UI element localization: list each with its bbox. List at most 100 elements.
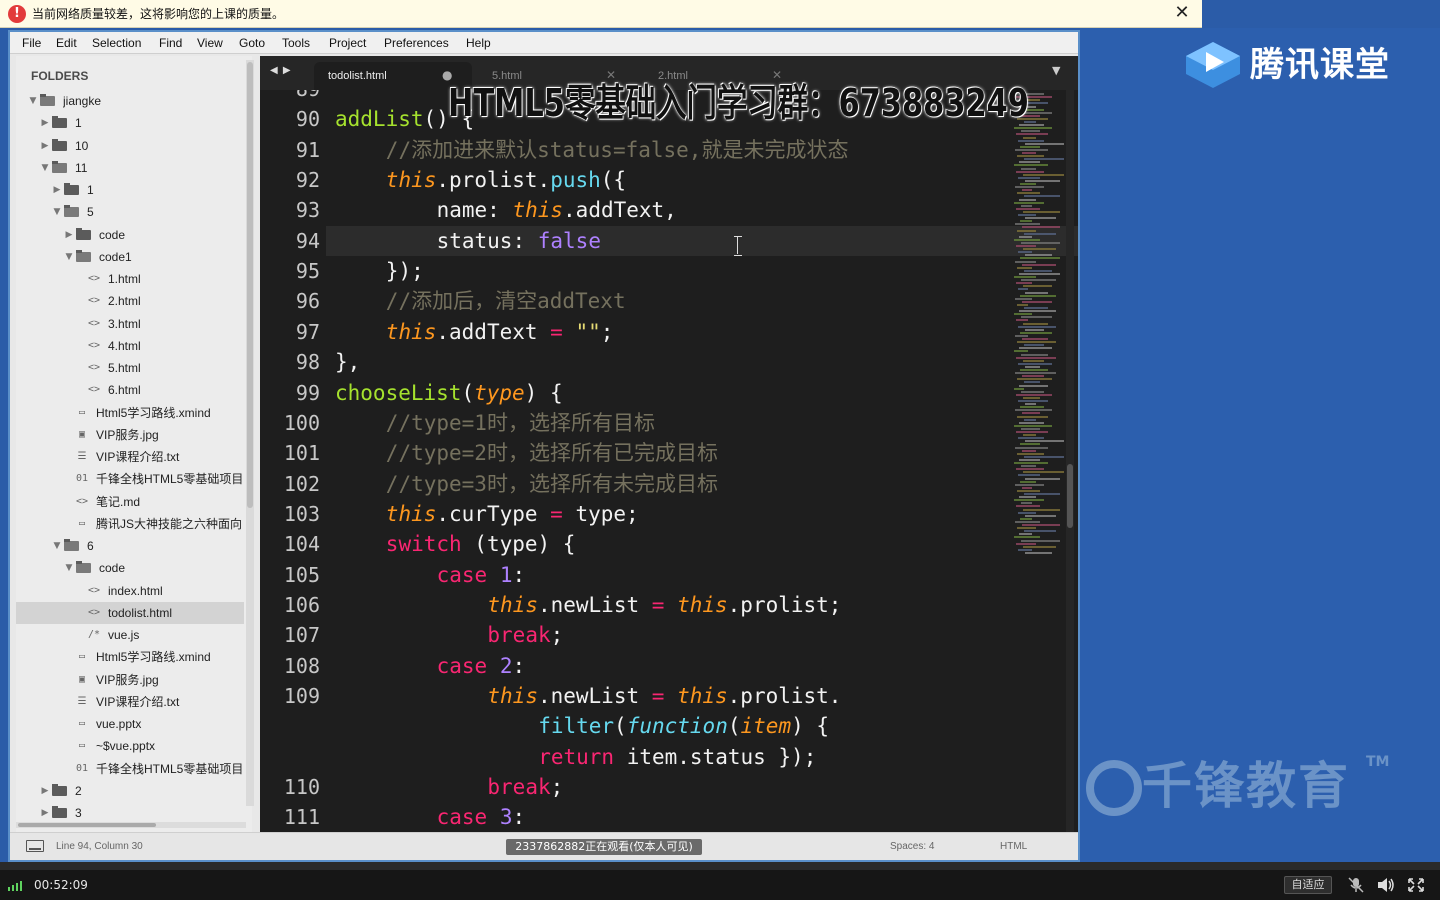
html-file-icon: <> <box>87 362 101 373</box>
code-token: function <box>626 714 728 739</box>
expand-down-icon[interactable]: ▼ <box>40 162 50 174</box>
text-cursor-icon <box>734 236 742 256</box>
tab-dropdown-icon[interactable]: ▼ <box>1052 64 1060 78</box>
menu-tools[interactable]: Tools <box>282 35 310 51</box>
folder-row[interactable]: ▼ 6 <box>16 535 244 557</box>
file-row[interactable]: ▣ VIP服务.jpg <box>16 424 244 446</box>
minimap-line <box>1017 229 1036 232</box>
code-token: this <box>385 501 437 526</box>
file-row[interactable]: <> 1.html <box>16 268 244 290</box>
sidebar-scroll-thumb[interactable] <box>247 62 253 508</box>
expand-right-icon[interactable]: ▶ <box>52 184 62 196</box>
indentation-setting[interactable]: Spaces: 4 <box>890 840 934 854</box>
file-row[interactable]: /* vue.js <box>16 624 244 646</box>
expand-down-icon[interactable]: ▼ <box>64 562 74 574</box>
editor-scrollbar[interactable] <box>1066 90 1074 832</box>
menu-project[interactable]: Project <box>329 35 366 51</box>
menu-goto[interactable]: Goto <box>239 35 265 51</box>
minimap-line <box>1017 266 1032 269</box>
tree-item-label: code <box>99 561 126 576</box>
syntax-mode[interactable]: HTML <box>1000 840 1027 854</box>
file-row[interactable]: ▣ VIP服务.jpg <box>16 669 244 691</box>
file-row[interactable]: <> index.html <box>16 580 244 602</box>
expand-down-icon[interactable]: ▼ <box>28 95 38 107</box>
menu-edit[interactable]: Edit <box>56 35 77 51</box>
minimap-line <box>1020 257 1060 260</box>
file-row[interactable]: ☰ VIP课程介绍.txt <box>16 691 244 713</box>
minimap-line <box>1018 511 1036 514</box>
file-row[interactable]: <> 4.html <box>16 335 244 357</box>
file-row[interactable]: <> 6.html <box>16 379 244 401</box>
minimap-line <box>1023 173 1064 176</box>
folder-row[interactable]: ▶ 3 <box>16 802 244 824</box>
file-row[interactable]: <> 笔记.md <box>16 491 244 513</box>
expand-right-icon[interactable]: ▶ <box>40 807 50 819</box>
sidebar-horizontal-scrollbar[interactable] <box>16 822 246 828</box>
fullscreen-icon[interactable] <box>1406 876 1426 894</box>
file-row[interactable]: ▭ Html5学习路线.xmind <box>16 402 244 424</box>
expand-down-icon[interactable]: ▼ <box>52 206 62 218</box>
minimap-line <box>1024 307 1048 309</box>
file-row[interactable]: <> 5.html <box>16 357 244 379</box>
expand-right-icon[interactable]: ▶ <box>40 117 50 129</box>
tree-item-label: vue.pptx <box>96 717 142 731</box>
panel-toggle-icon[interactable] <box>26 840 44 852</box>
folder-row[interactable]: ▶ 10 <box>16 135 244 157</box>
file-row[interactable]: ▭ vue.pptx <box>16 713 244 735</box>
code-token: ( <box>461 380 475 405</box>
microphone-muted-icon[interactable] <box>1346 876 1366 894</box>
file-row[interactable]: ☰ VIP课程介绍.txt <box>16 446 244 468</box>
minimap-line <box>1014 387 1024 390</box>
qianfeng-logo-icon <box>1086 760 1142 816</box>
file-row[interactable]: <> todolist.html <box>16 601 244 624</box>
folder-row[interactable]: ▶ 1 <box>16 112 244 134</box>
file-row[interactable]: 01 千锋全栈HTML5零基础项目 <box>16 758 244 780</box>
folder-row[interactable]: ▶ 2 <box>16 780 244 802</box>
menu-view[interactable]: View <box>197 35 223 51</box>
folder-row[interactable]: ▼ code1 <box>16 246 244 268</box>
menu-help[interactable]: Help <box>466 35 491 51</box>
menu-find[interactable]: Find <box>159 35 182 51</box>
qq-group-watermark: HTML5零基础入门学习群：673883249 <box>448 81 1029 125</box>
code-token: .newList <box>537 592 652 617</box>
expand-down-icon[interactable]: ▼ <box>64 251 74 263</box>
file-row[interactable]: ▭ 腾讯JS大神技能之六种面向 <box>16 513 244 535</box>
volume-icon[interactable] <box>1376 876 1396 894</box>
line-number: 107 <box>283 623 320 648</box>
html-file-icon: <> <box>87 584 101 596</box>
file-row[interactable]: ▭ ~$vue.pptx <box>16 735 244 757</box>
folder-row[interactable]: ▼ 5 <box>16 201 244 223</box>
file-row[interactable]: ▭ Html5学习路线.xmind <box>16 646 244 668</box>
file-row[interactable]: <> 2.html <box>16 290 244 312</box>
expand-right-icon[interactable]: ▶ <box>64 229 74 241</box>
minimap-line <box>1016 356 1056 359</box>
code-editor[interactable]: 89 90 91 92 93 94 95 96 97 98 99 100 101 102 103 104 105… <box>260 90 1078 832</box>
code-token: ; <box>550 623 564 648</box>
auto-fit-button[interactable]: 自适应 <box>1284 876 1332 894</box>
sidebar-hscroll-thumb[interactable] <box>18 823 156 827</box>
folder-row[interactable]: ▼ 11 <box>16 157 244 179</box>
tab-nav-arrows-icon[interactable]: ◀ ▶ <box>270 64 292 78</box>
expand-down-icon[interactable]: ▼ <box>52 540 62 552</box>
folder-row[interactable]: ▼ jiangke <box>16 90 244 112</box>
menu-preferences[interactable]: Preferences <box>384 35 449 51</box>
minimap[interactable] <box>1014 90 1064 560</box>
player-control-bar: 00:52:09 自适应 <box>0 870 1440 900</box>
folder-row[interactable]: ▶ 1 <box>16 179 244 201</box>
folder-row[interactable]: ▶ code <box>16 224 244 246</box>
expand-right-icon[interactable]: ▶ <box>40 785 50 797</box>
sidebar-scrollbar[interactable] <box>246 60 254 806</box>
close-warning-icon[interactable]: ✕ <box>1172 3 1192 23</box>
file-row[interactable]: <> 3.html <box>16 313 244 335</box>
folder-row[interactable]: ▼ code <box>16 557 244 579</box>
file-row[interactable]: 01 千锋全栈HTML5零基础项目 <box>16 468 244 490</box>
code-token: false <box>537 228 601 253</box>
minimap-line <box>1021 316 1052 319</box>
menu-file[interactable]: File <box>22 35 41 51</box>
menu-selection[interactable]: Selection <box>92 35 141 51</box>
line-number: 92 <box>295 168 320 193</box>
expand-right-icon[interactable]: ▶ <box>40 140 50 152</box>
minimap-line <box>1016 133 1048 136</box>
editor-scroll-thumb[interactable] <box>1067 464 1073 528</box>
